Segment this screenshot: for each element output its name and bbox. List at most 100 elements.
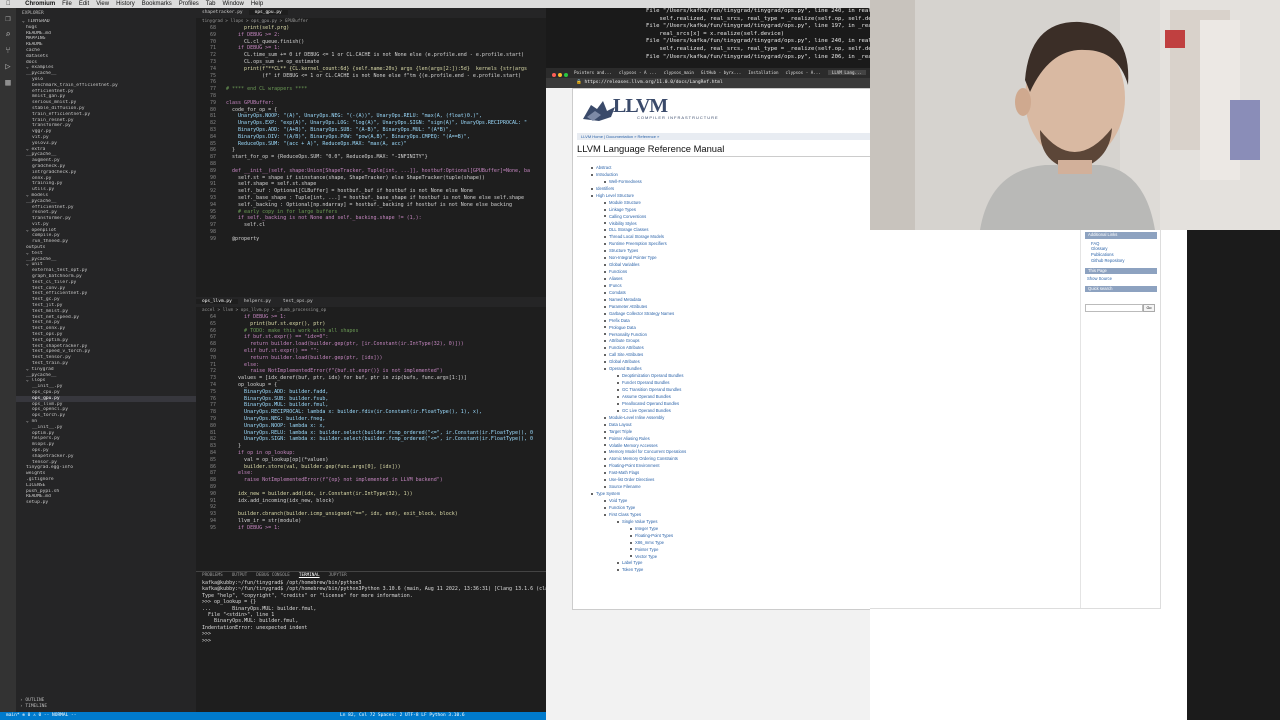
code-line[interactable]: 86 builder.store(val, builder.gep(func.a…	[196, 464, 546, 471]
code-line[interactable]: 74 op_lookup = {	[196, 382, 546, 389]
toc-item[interactable]: Floating-Point Types	[577, 533, 686, 540]
code-line[interactable]: 71 if DEBUG >= 1:	[196, 45, 546, 52]
code-line[interactable]: 80 code_for_op = {	[196, 107, 546, 114]
code-line[interactable]: 82 UnaryOps.SIGN: lambda x: builder.sele…	[196, 436, 546, 443]
toc-link[interactable]: Attribute Groups	[609, 338, 640, 343]
editor-tab[interactable]: ops_gpu.py	[248, 10, 288, 15]
editor-tab[interactable]: shapetracker.py	[196, 10, 249, 15]
toc-link[interactable]: Introduction	[596, 172, 618, 177]
code-line[interactable]: 68 print(self.prg)	[196, 25, 546, 32]
toc-item[interactable]: Visibility Styles	[577, 221, 686, 228]
code-line[interactable]: 92	[196, 504, 546, 511]
toc-link[interactable]: Deoptimization Operand Bundles	[622, 373, 683, 378]
toc-item[interactable]: Single Value Types	[577, 519, 686, 526]
toc-link[interactable]: Global Attributes	[609, 359, 640, 364]
code-line[interactable]: 70 return builder.load(builder.gep(ptr, …	[196, 355, 546, 362]
code-view[interactable]: 64 if DEBUG >= 1: 65 print(buf.st.expr(),…	[196, 314, 546, 532]
toc-item[interactable]: Call Site Attributes	[577, 352, 686, 359]
code-line[interactable]: 77 # **** end CL wrappers ****	[196, 86, 546, 93]
toc-item[interactable]: High Level Structure	[577, 193, 686, 200]
code-line[interactable]: 99 @property	[196, 236, 546, 243]
code-line[interactable]: 95 if DEBUG >= 1:	[196, 525, 546, 532]
menu-item[interactable]: Help	[251, 1, 263, 7]
toc-item[interactable]: Aliases	[577, 276, 686, 283]
browser-tab[interactable]: GitHub - byrx...	[701, 70, 741, 75]
toc-item[interactable]: Attribute Groups	[577, 338, 686, 345]
sidebar-footer-section[interactable]: › TIMELINE	[20, 704, 47, 710]
toc-item[interactable]: Void Type	[577, 498, 686, 505]
toc-item[interactable]: First Class Types	[577, 512, 686, 519]
toc-item[interactable]: Integer Type	[577, 526, 686, 533]
code-line[interactable]: 72 CL.time_sum += 0 if DEBUG <= 1 or CL.…	[196, 52, 546, 59]
code-line[interactable]: 74 print(f"**CL** {CL.kernel_count:6d} {…	[196, 66, 546, 73]
toc-item[interactable]: Global Attributes	[577, 359, 686, 366]
code-line[interactable]: 84 BinaryOps.DIV: "(A/B)", BinaryOps.POW…	[196, 134, 546, 141]
toc-item[interactable]: GC Live Operand Bundles	[577, 408, 686, 415]
editor-top[interactable]: shapetracker.py ops_gpu.py tinygrad > llo…	[196, 8, 546, 297]
toc-link[interactable]: Global Variables	[609, 262, 639, 267]
code-line[interactable]: 77 BinaryOps.MUL: builder.fmul,	[196, 402, 546, 409]
code-line[interactable]: 89 def __init__(self, shape:Union[ShapeT…	[196, 168, 546, 175]
toc-item[interactable]: Operand Bundles	[577, 366, 686, 373]
toc-item[interactable]: Function Type	[577, 505, 686, 512]
run-debug-icon[interactable]: ▷	[3, 62, 13, 72]
quick-search-go-button[interactable]: Go	[1143, 304, 1155, 312]
toc-link[interactable]: Vector Type	[635, 554, 657, 559]
panel-tab[interactable]: TERMINAL	[299, 573, 320, 578]
search-icon[interactable]: ⌕	[3, 30, 13, 40]
toc-link[interactable]: Memory Model for Concurrent Operations	[609, 449, 686, 454]
close-window-icon[interactable]	[552, 73, 556, 77]
toc-item[interactable]: Calling Conventions	[577, 214, 686, 221]
toc-link[interactable]: Functions	[609, 269, 627, 274]
toc-link[interactable]: Token Type	[622, 567, 643, 572]
code-line[interactable]: 75 BinaryOps.ADD: builder.fadd,	[196, 389, 546, 396]
toc-link[interactable]: Funclet Operand Bundles	[622, 380, 670, 385]
code-line[interactable]: 96 if self._backing is not None and self…	[196, 215, 546, 222]
code-line[interactable]: 72 raise NotImplementedError(f"{buf.st.e…	[196, 368, 546, 375]
menu-item[interactable]: Window	[222, 1, 243, 7]
code-line[interactable]: 89	[196, 484, 546, 491]
file-tree-item[interactable]: setup.py	[16, 500, 196, 506]
menu-item[interactable]: Tab	[206, 1, 216, 7]
toc-item[interactable]: Label Type	[577, 560, 686, 567]
toc-link[interactable]: Prologue Data	[609, 325, 636, 330]
toc-item[interactable]: Module Structure	[577, 200, 686, 207]
toc-item[interactable]: Structure Types	[577, 248, 686, 255]
code-line[interactable]: 88	[196, 161, 546, 168]
toc-link[interactable]: Personality Function	[609, 332, 647, 337]
code-line[interactable]: 66 # TODO: make this work with all shape…	[196, 328, 546, 335]
toc-item[interactable]: Use-list Order Directives	[577, 477, 686, 484]
panel-tab[interactable]: DEBUG CONSOLE	[256, 573, 290, 578]
toc-link[interactable]: High Level Structure	[596, 193, 634, 198]
code-line[interactable]: 69 elif buf.st.expr() == "":	[196, 348, 546, 355]
code-line[interactable]: 91 idx.add_incoming(idx_new, block)	[196, 498, 546, 505]
toc-link[interactable]: Prefix Data	[609, 318, 630, 323]
toc-item[interactable]: Volatile Memory Accesses	[577, 443, 686, 450]
code-line[interactable]: 81 UnaryOps.RELU: lambda x: builder.sele…	[196, 430, 546, 437]
code-line[interactable]: 76 BinaryOps.SUB: builder.fsub,	[196, 396, 546, 403]
code-line[interactable]: 73 values = [idx_deref(buf, ptr, idx) fo…	[196, 375, 546, 382]
toc-item[interactable]: Deoptimization Operand Bundles	[577, 373, 686, 380]
code-line[interactable]: 81 UnaryOps.NOOP: "(A)", UnaryOps.NEG: "…	[196, 113, 546, 120]
editor-tab[interactable]: ops_llvm.py	[196, 299, 238, 304]
toc-item[interactable]: IFuncs	[577, 283, 686, 290]
code-line[interactable]: 71 else:	[196, 362, 546, 369]
code-line[interactable]: 92 self._buf : Optional[CLBuffer] = host…	[196, 188, 546, 195]
code-line[interactable]: 85 ReduceOps.SUM: "(acc + A)", ReduceOps…	[196, 141, 546, 148]
toc-link[interactable]: GC Live Operand Bundles	[622, 408, 671, 413]
browser-tab[interactable]: clypsos - A...	[786, 70, 821, 75]
toc-link[interactable]: Label Type	[622, 560, 642, 565]
toc-item[interactable]: Data Layout	[577, 422, 686, 429]
code-line[interactable]: 98	[196, 229, 546, 236]
toc-item[interactable]: Functions	[577, 269, 686, 276]
minimize-window-icon[interactable]	[558, 73, 562, 77]
apple-icon[interactable]: 	[6, 1, 11, 7]
toc-link[interactable]: Use-list Order Directives	[609, 477, 654, 482]
toc-item[interactable]: Personality Function	[577, 332, 686, 339]
toc-link[interactable]: GC Transition Operand Bundles	[622, 387, 681, 392]
code-line[interactable]: 93 self._base_shape : Tuple[int, ...] = …	[196, 195, 546, 202]
browser-tab[interactable]: LLVM Lang...	[827, 70, 867, 75]
toc-item[interactable]: Thread Local Storage Models	[577, 234, 686, 241]
menu-item[interactable]: History	[116, 1, 135, 7]
toc-link[interactable]: Module-Level Inline Assembly	[609, 415, 664, 420]
